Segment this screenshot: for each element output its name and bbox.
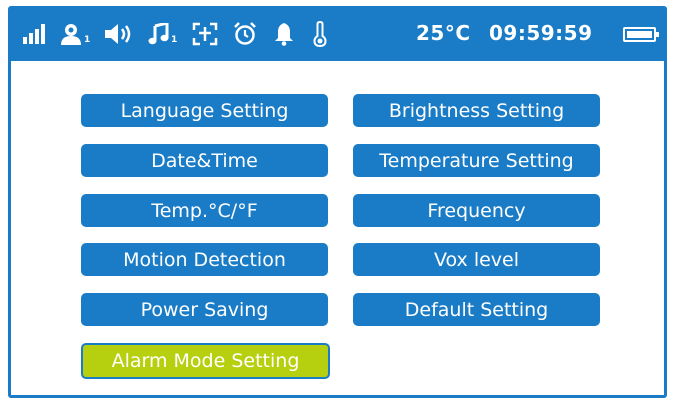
- motion-detection-button[interactable]: Motion Detection: [81, 243, 328, 276]
- alarm-clock-icon: [233, 21, 257, 47]
- music-subscript: 1: [171, 35, 178, 45]
- zoom-icon: [192, 21, 218, 47]
- temp-unit-button[interactable]: Temp.°C/°F: [81, 194, 328, 227]
- signal-icon: [23, 21, 45, 47]
- default-setting-button[interactable]: Default Setting: [353, 293, 600, 326]
- language-setting-button[interactable]: Language Setting: [81, 94, 328, 127]
- battery-icon: [623, 27, 659, 42]
- thermometer-icon: [313, 21, 327, 47]
- brightness-setting-button[interactable]: Brightness Setting: [353, 94, 600, 127]
- music-icon: 1: [148, 21, 177, 47]
- temperature-readout: 25°C: [416, 21, 471, 45]
- volume-icon: [103, 21, 135, 47]
- temperature-setting-button[interactable]: Temperature Setting: [353, 144, 600, 177]
- power-saving-button[interactable]: Power Saving: [81, 293, 328, 326]
- bell-icon: [273, 21, 295, 47]
- device-screen: 1 1 25°C 09:59:59 Language Setting Brigh…: [8, 6, 667, 398]
- camera-subscript: 1: [84, 35, 91, 45]
- alarm-mode-setting-button[interactable]: Alarm Mode Setting: [81, 343, 330, 379]
- vox-level-button[interactable]: Vox level: [353, 243, 600, 276]
- camera-user-icon: 1: [59, 21, 90, 47]
- frequency-button[interactable]: Frequency: [353, 194, 600, 227]
- clock-readout: 09:59:59: [489, 21, 593, 45]
- status-bar: 1 1 25°C 09:59:59: [11, 9, 664, 61]
- date-time-button[interactable]: Date&Time: [81, 144, 328, 177]
